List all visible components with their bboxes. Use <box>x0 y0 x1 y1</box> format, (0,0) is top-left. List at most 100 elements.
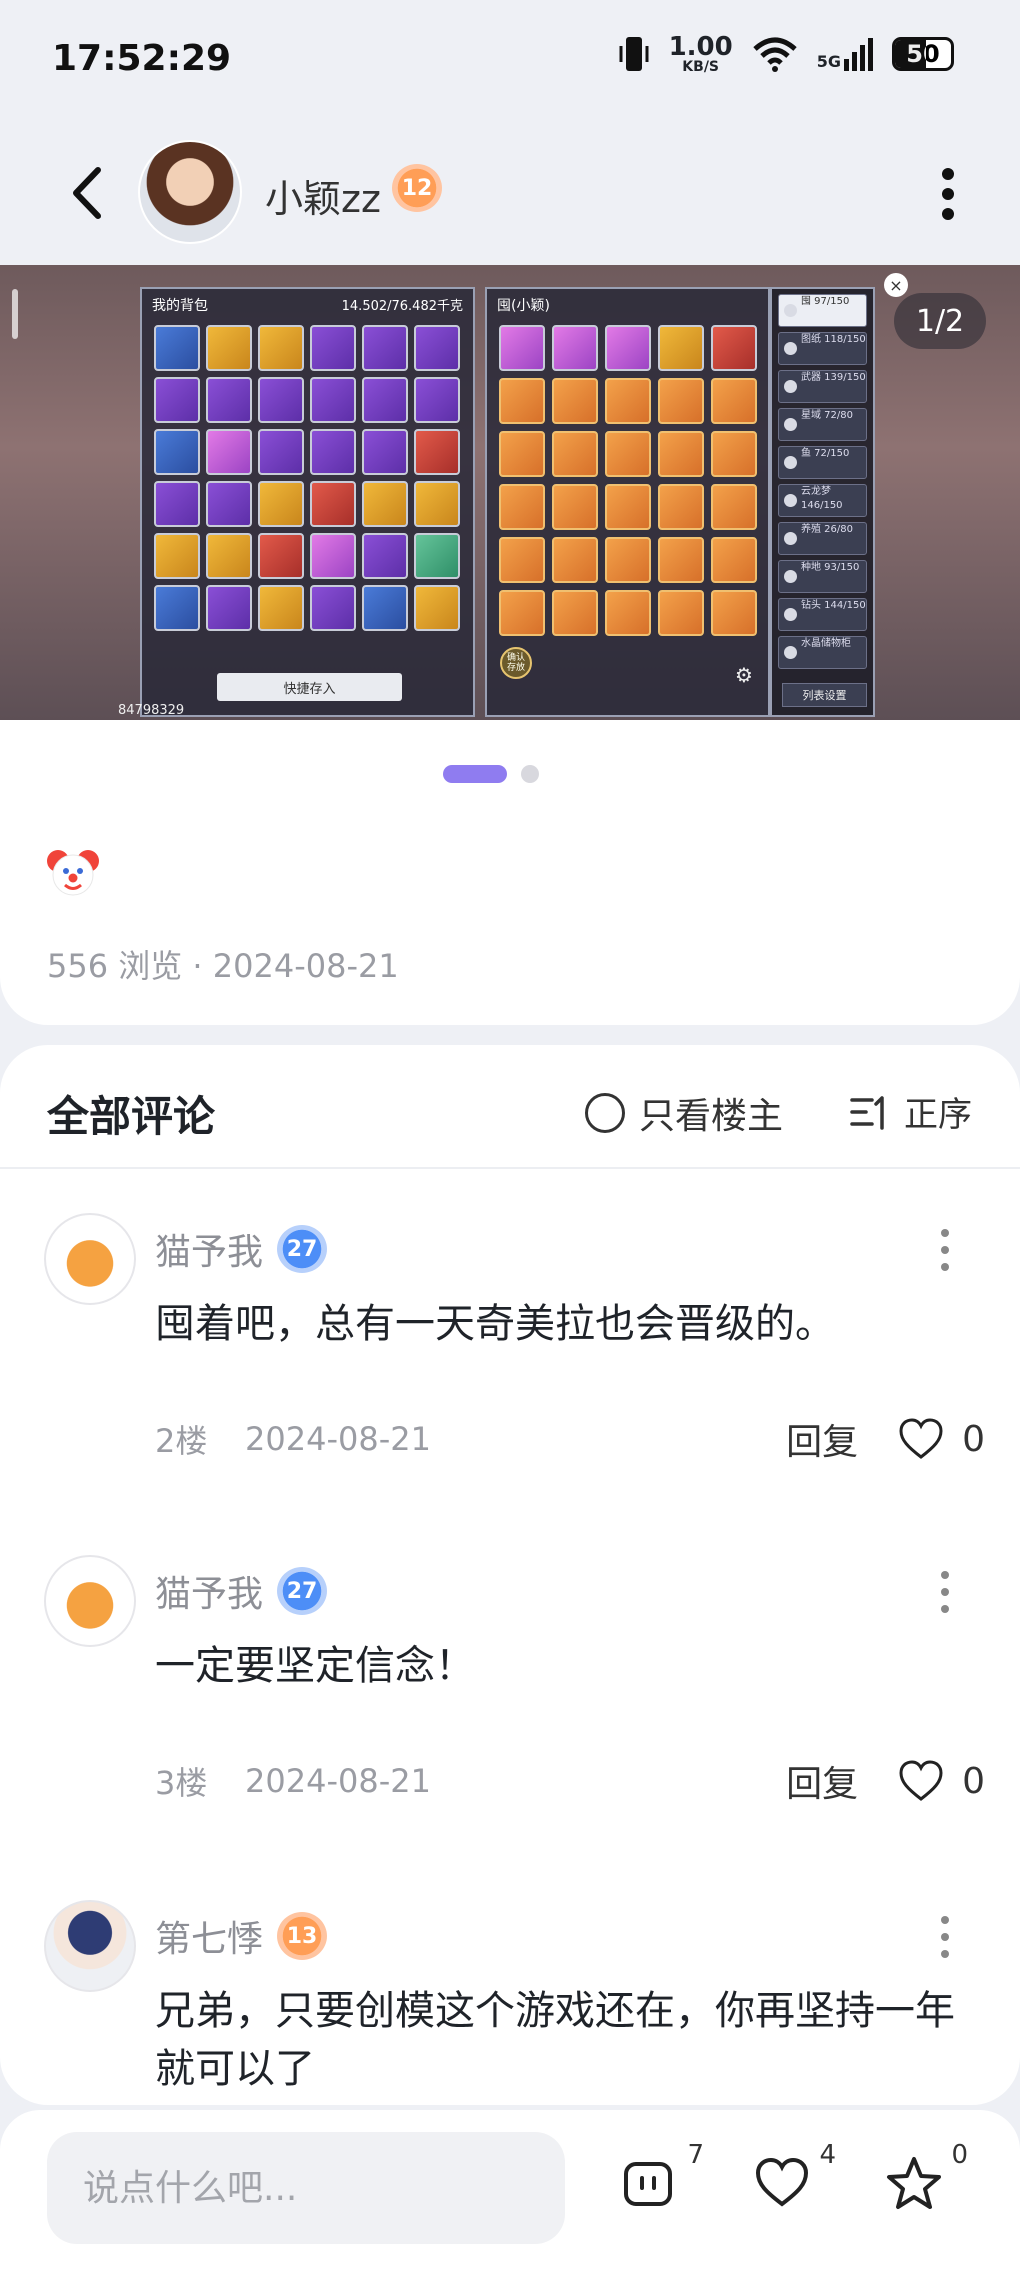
heart-icon <box>899 1418 943 1459</box>
comment-text: 一定要坚定信念！ <box>155 1643 475 1689</box>
comment-more-icon[interactable] <box>935 1567 955 1617</box>
heart-icon <box>899 1760 943 1801</box>
post-card: 我的背包 14.502/76.482千克 快捷存入 囤(小颖) 确认 存放 ⚙ … <box>0 265 1020 1025</box>
storage-list-item: 星域 72/80 <box>778 408 867 441</box>
close-icon: × <box>884 273 908 297</box>
signal-icon: 5G <box>817 37 874 71</box>
settings-gear-icon: ⚙ <box>735 663 753 687</box>
storage-list-item: 水晶储物柜 <box>778 636 867 669</box>
comment-text: 囤着吧，总有一天奇美拉也会晋级的。 <box>155 1301 835 1347</box>
comment-count: 7 <box>687 2140 704 2170</box>
star-icon <box>887 2157 941 2209</box>
comment-date: 2024-08-21 <box>245 1762 431 1800</box>
gallery-dots <box>0 765 1020 783</box>
status-icons: 1.00 KB/S 5G 50 <box>617 34 954 74</box>
storage-list-item: 种地 93/150 <box>778 560 867 593</box>
gallery-dot[interactable] <box>521 765 539 783</box>
only-owner-toggle[interactable]: 只看楼主 <box>585 1087 783 1139</box>
like-count: 4 <box>819 2140 836 2170</box>
comment-text: 兄弟，只要创模这个游戏还在，你再坚持一年就可以了 <box>155 1988 955 2092</box>
reply-button[interactable]: 回复 <box>786 1755 858 1807</box>
heart-icon <box>755 2157 809 2207</box>
storage-list-item: 图纸 118/150 <box>778 332 867 365</box>
commenter-info: 猫予我 27 <box>155 1565 328 1617</box>
backpack-title: 我的背包 <box>152 298 208 314</box>
storage-list-panel: 囤 97/150 图纸 118/150 武器 139/150 星域 72/80 … <box>770 287 875 717</box>
comment-input-box[interactable] <box>47 2132 565 2244</box>
commenter-info: 猫予我 27 <box>155 1223 328 1275</box>
comment-date: 2024-08-21 <box>245 1420 431 1458</box>
storage-list-item: 鱼 72/150 <box>778 446 867 479</box>
gallery-dot-active[interactable] <box>443 765 507 783</box>
commenter-info: 第七悸 13 <box>155 1910 328 1962</box>
comment-input[interactable] <box>47 2132 565 2244</box>
like-button[interactable]: 4 <box>752 2140 836 2224</box>
comments-section: 全部评论 只看楼主 正序 猫予我 27 囤着吧，总有一天奇美拉也会晋级的。 2楼… <box>0 1045 1020 2105</box>
sort-label: 正序 <box>904 1095 972 1135</box>
storage-grid <box>499 325 757 636</box>
quick-store-button: 快捷存入 <box>217 673 402 701</box>
battery-icon: 50 <box>892 37 954 71</box>
comment-like-button[interactable]: 0 <box>898 1760 985 1802</box>
storage-list-item: 养殖 26/80 <box>778 522 867 555</box>
author-level-badge: 12 <box>392 164 442 212</box>
post-header: 小颖zz 12 <box>0 120 1020 265</box>
backpack-grid <box>154 325 460 631</box>
comment-footer: 3楼 2024-08-21 回复 0 <box>155 1755 985 1807</box>
comment-floor: 3楼 <box>155 1764 208 1802</box>
radio-icon[interactable] <box>585 1093 625 1133</box>
comment-more-icon[interactable] <box>935 1225 955 1275</box>
commenter-name[interactable]: 第七悸 <box>155 1910 263 1962</box>
image-gallery[interactable]: 我的背包 14.502/76.482千克 快捷存入 囤(小颖) 确认 存放 ⚙ … <box>0 265 1020 720</box>
post-meta: 556 浏览 · 2024-08-21 <box>47 947 399 985</box>
net-speed-value: 1.00 <box>668 32 733 62</box>
battery-level: 50 <box>906 40 940 68</box>
more-vertical-icon[interactable] <box>938 164 958 224</box>
storage-title: 囤(小颖) <box>497 298 550 314</box>
divider <box>0 1167 1020 1169</box>
storage-list-item: 武器 139/150 <box>778 370 867 403</box>
only-owner-label: 只看楼主 <box>639 1096 784 1137</box>
storage-list-item: 囤 97/150 <box>778 294 867 327</box>
commenter-avatar[interactable] <box>44 1555 136 1647</box>
network-type: 5G <box>816 52 841 71</box>
player-id: 84798329 <box>118 703 185 718</box>
storage-list-item: 钻头 144/150 <box>778 598 867 631</box>
clown-face-icon <box>47 850 99 896</box>
comment-more-icon[interactable] <box>935 1912 955 1962</box>
comment-count-button[interactable]: 7 <box>620 2140 704 2224</box>
backpack-capacity: 14.502/76.482千克 <box>341 299 463 314</box>
commenter-name[interactable]: 猫予我 <box>155 1223 263 1275</box>
favorite-count: 0 <box>951 2140 968 2170</box>
confirm-store-button: 确认 存放 <box>500 647 532 679</box>
backpack-panel: 我的背包 14.502/76.482千克 快捷存入 <box>140 287 475 717</box>
commenter-level-badge: 13 <box>277 1912 328 1960</box>
reply-button[interactable]: 回复 <box>786 1413 858 1465</box>
favorite-button[interactable]: 0 <box>884 2140 968 2224</box>
commenter-name[interactable]: 猫予我 <box>155 1565 263 1617</box>
commenter-avatar[interactable] <box>44 1213 136 1305</box>
sort-icon <box>850 1095 884 1130</box>
status-time: 17:52:29 <box>52 38 232 79</box>
sort-toggle[interactable]: 正序 <box>850 1087 972 1136</box>
comment-like-count: 0 <box>962 1760 985 1802</box>
author-name[interactable]: 小颖zz <box>265 168 381 223</box>
comment-floor: 2楼 <box>155 1422 208 1460</box>
vibrate-icon <box>619 37 649 71</box>
author-avatar[interactable] <box>138 140 242 244</box>
commenter-avatar[interactable] <box>44 1900 136 1992</box>
status-bar: 17:52:29 1.00 KB/S 5G 50 <box>0 0 1020 120</box>
storage-list-item: 云龙梦 146/150 <box>778 484 867 517</box>
wifi-icon <box>753 37 797 72</box>
commenter-level-badge: 27 <box>277 1225 328 1273</box>
comments-title: 全部评论 <box>47 1092 216 1141</box>
comment-like-count: 0 <box>962 1418 985 1460</box>
commenter-level-badge: 27 <box>277 1567 328 1615</box>
comment-icon <box>624 2162 672 2206</box>
comment-like-button[interactable]: 0 <box>898 1418 985 1460</box>
net-speed: 1.00 KB/S <box>669 34 733 74</box>
comment-footer: 2楼 2024-08-21 回复 0 <box>155 1413 985 1465</box>
list-settings-button: 列表设置 <box>782 683 867 707</box>
net-speed-unit: KB/S <box>682 59 720 75</box>
back-arrow-icon[interactable] <box>62 158 112 228</box>
